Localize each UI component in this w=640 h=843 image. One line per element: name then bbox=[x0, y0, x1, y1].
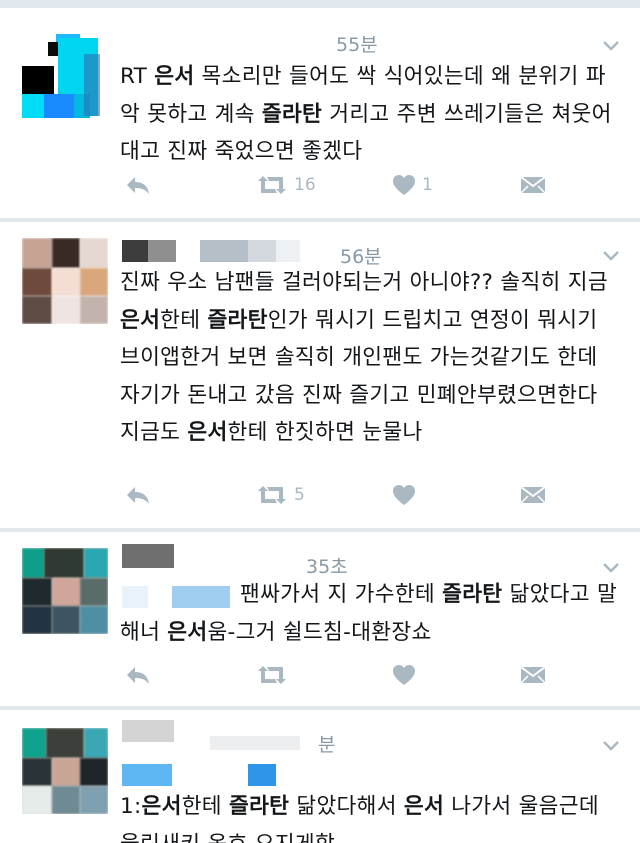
tweet-text: 팬싸가서 지 가수한테 즐라탄 닮았다고 말해너 은서움-그거 쉴드침-대환장쇼 bbox=[120, 576, 620, 651]
retweet-icon bbox=[258, 486, 286, 504]
tweet-text: 진짜 우소 남팬들 걸러야되는거 아니야?? 솔직히 지금 은서한테 즐라탄인가… bbox=[120, 264, 620, 452]
redacted-name bbox=[122, 240, 148, 262]
retweet-count: 5 bbox=[294, 485, 305, 505]
text-segment: 움-그거 쉴드침-대환장쇼 bbox=[207, 619, 432, 645]
highlighted-keyword: 은서 bbox=[403, 794, 445, 819]
redacted-name bbox=[122, 544, 174, 568]
reply-icon bbox=[127, 177, 149, 194]
dm-button[interactable] bbox=[520, 174, 546, 196]
reply-icon bbox=[127, 487, 149, 504]
highlighted-keyword: 은서 bbox=[154, 64, 195, 89]
text-segment: 한테 bbox=[160, 307, 208, 333]
highlighted-keyword: 은서 bbox=[141, 794, 182, 819]
tweet-text: 1:은서한테 즐라탄 닮았다해서 은서 나가서 울음근데 울린새키 옹호 오지게… bbox=[120, 788, 620, 843]
reply-button[interactable] bbox=[124, 484, 152, 506]
avatar[interactable] bbox=[22, 548, 108, 634]
redacted-handle bbox=[200, 240, 248, 262]
text-segment: 한테 bbox=[181, 794, 229, 819]
highlighted-keyword: 즐라탄 bbox=[261, 101, 323, 127]
dm-button[interactable] bbox=[520, 484, 546, 506]
avatar[interactable] bbox=[22, 34, 108, 120]
highlighted-keyword: 즐라탄 bbox=[229, 794, 290, 819]
heart-icon bbox=[393, 175, 415, 195]
tweet-2[interactable]: 56분 진짜 우소 남팬들 걸러야되는거 아니야?? 솔직히 지금 은서한테 즐… bbox=[0, 222, 640, 528]
like-button[interactable] bbox=[392, 484, 422, 506]
redacted-name bbox=[148, 240, 176, 262]
text-segment: 진짜 우소 남팬들 걸러야되는거 아니야?? 솔직히 지금 bbox=[120, 270, 608, 295]
highlighted-keyword: 은서 bbox=[187, 420, 228, 445]
chevron-down-icon[interactable] bbox=[600, 734, 622, 756]
text-segment: 한테 한짓하면 눈물나 bbox=[227, 420, 423, 445]
highlighted-keyword: 은서 bbox=[120, 307, 161, 333]
envelope-icon bbox=[520, 486, 546, 504]
retweet-button[interactable] bbox=[256, 664, 294, 686]
avatar[interactable] bbox=[22, 728, 108, 814]
tweet-1[interactable]: 55분 RT 은서 목소리만 들어도 싹 식어있는데 왜 분위기 파악 못하고 … bbox=[0, 8, 640, 218]
highlighted-keyword: 즐라탄 bbox=[207, 307, 268, 333]
text-segment: 팬싸가서 지 가수한테 bbox=[240, 582, 443, 607]
retweet-icon bbox=[258, 666, 286, 684]
tweet-actions: 5 bbox=[120, 484, 620, 514]
heart-icon bbox=[393, 485, 415, 505]
highlighted-keyword: 은서 bbox=[167, 619, 208, 645]
like-count: 1 bbox=[422, 175, 433, 195]
retweet-icon bbox=[258, 176, 286, 194]
like-button[interactable]: 1 bbox=[392, 174, 433, 196]
reply-icon bbox=[127, 667, 149, 684]
tweet-actions: 16 1 bbox=[120, 174, 620, 204]
text-segment: 1: bbox=[120, 794, 142, 819]
tweet-4[interactable]: 분 1:은서한테 즐라탄 닮았다해서 은서 나가서 울음근데 울린새키 옹호 오… bbox=[0, 710, 640, 843]
retweet-button[interactable]: 5 bbox=[256, 484, 305, 506]
reply-button[interactable] bbox=[124, 174, 152, 196]
redacted-name bbox=[122, 720, 174, 742]
redacted-handle bbox=[122, 764, 172, 786]
tweet-actions bbox=[120, 664, 620, 694]
dm-button[interactable] bbox=[520, 664, 546, 686]
tweet-3[interactable]: 35초 팬싸가서 지 가수한테 즐라탄 닮았다고 말해너 은서움-그거 쉴드침-… bbox=[0, 532, 640, 706]
chevron-down-icon[interactable] bbox=[600, 556, 622, 578]
tweet-time: 분 bbox=[318, 734, 336, 756]
tweet-time: 55분 bbox=[336, 34, 378, 56]
retweet-count: 16 bbox=[294, 175, 316, 195]
retweet-button[interactable]: 16 bbox=[256, 174, 316, 196]
heart-icon bbox=[393, 665, 415, 685]
like-button[interactable] bbox=[392, 664, 422, 686]
tweet-text: RT 은서 목소리만 들어도 싹 식어있는데 왜 분위기 파악 못하고 계속 즐… bbox=[120, 58, 620, 171]
redacted-handle bbox=[248, 240, 276, 262]
chevron-down-icon[interactable] bbox=[600, 34, 622, 56]
text-segment: 닮았다해서 bbox=[289, 794, 404, 819]
redacted-handle bbox=[276, 240, 300, 262]
tweet-time: 35초 bbox=[306, 556, 348, 578]
redacted-handle bbox=[248, 764, 276, 786]
avatar[interactable] bbox=[22, 238, 108, 324]
chevron-down-icon[interactable] bbox=[600, 244, 622, 266]
text-segment: RT bbox=[120, 64, 155, 89]
envelope-icon bbox=[520, 176, 546, 194]
redacted-handle bbox=[210, 736, 300, 750]
highlighted-keyword: 즐라탄 bbox=[442, 582, 503, 607]
envelope-icon bbox=[520, 666, 546, 684]
reply-button[interactable] bbox=[124, 664, 152, 686]
